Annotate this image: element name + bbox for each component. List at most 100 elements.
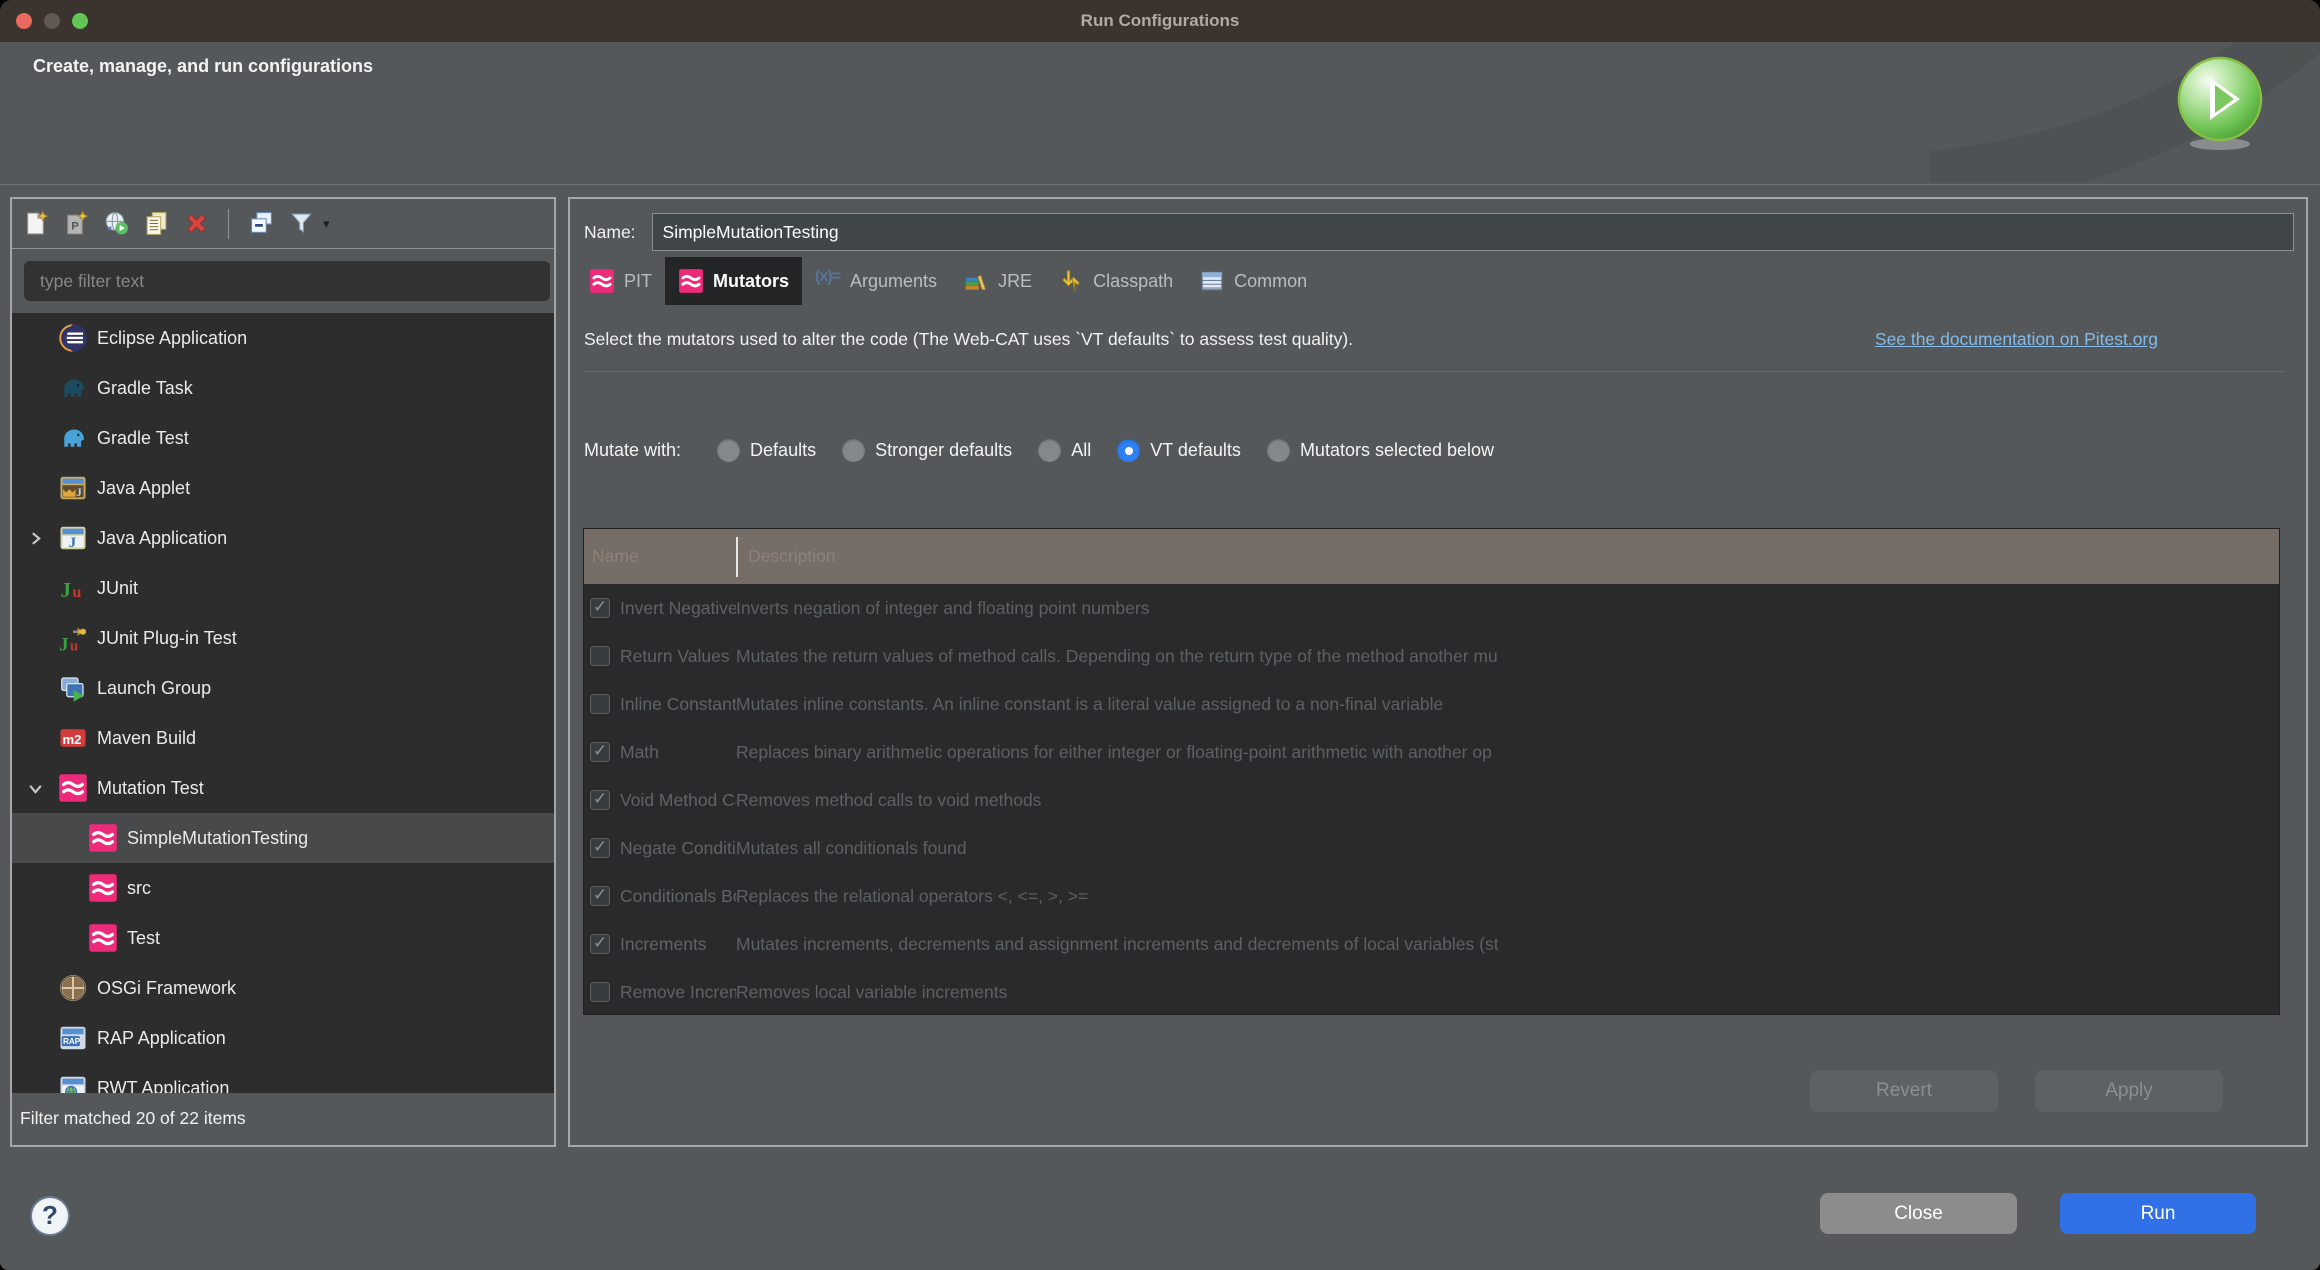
tree-item-junit[interactable]: JuJUnit bbox=[12, 563, 554, 613]
mutators-table-body: Invert NegativesInverts negation of inte… bbox=[584, 584, 2279, 1015]
tree-item-maven-build[interactable]: m2Maven Build bbox=[12, 713, 554, 763]
filter-input[interactable] bbox=[24, 261, 550, 301]
delete-icon[interactable] bbox=[182, 210, 210, 238]
checkbox-math[interactable] bbox=[590, 742, 610, 762]
tree-item-eclipse-application[interactable]: Eclipse Application bbox=[12, 313, 554, 363]
mutators-table: NameDescription Invert NegativesInverts … bbox=[583, 528, 2280, 1015]
tree-item-src[interactable]: src bbox=[12, 863, 554, 913]
table-row-invert-negatives[interactable]: Invert NegativesInverts negation of inte… bbox=[584, 584, 2279, 632]
tab-pit[interactable]: PIT bbox=[576, 257, 665, 305]
tab-classpath[interactable]: Classpath bbox=[1045, 257, 1186, 305]
help-button[interactable]: ? bbox=[30, 1196, 70, 1236]
title-bar: Run Configurations bbox=[0, 0, 2320, 42]
checkbox-conditionals-boundary[interactable] bbox=[590, 886, 610, 906]
tab-bar: PIT Mutators (x)=ArgumentsJREClasspath Comm… bbox=[576, 257, 1320, 305]
mutator-name: Void Method Call bbox=[620, 790, 736, 811]
tab-mutators[interactable]: Mutators bbox=[665, 257, 802, 305]
checkbox-void-method-call[interactable] bbox=[590, 790, 610, 810]
radio-vt-defaults[interactable] bbox=[1117, 439, 1140, 462]
tree-item-rap-application[interactable]: RAPRAP Application bbox=[12, 1013, 554, 1063]
osgi-icon bbox=[58, 973, 88, 1003]
name-input[interactable] bbox=[652, 213, 2294, 251]
jre-icon bbox=[963, 268, 989, 294]
tab-jre[interactable]: JRE bbox=[950, 257, 1045, 305]
tab-common[interactable]: Common bbox=[1186, 257, 1320, 305]
checkbox-return-values[interactable] bbox=[590, 646, 610, 666]
radio-all[interactable] bbox=[1038, 439, 1061, 462]
tree-item-test[interactable]: Test bbox=[12, 913, 554, 963]
export-icon[interactable] bbox=[102, 210, 130, 238]
tree-item-launch-group[interactable]: Launch Group bbox=[12, 663, 554, 713]
common-icon bbox=[1199, 268, 1225, 294]
mutation-icon bbox=[88, 923, 118, 953]
apply-button[interactable]: Apply bbox=[2035, 1070, 2223, 1112]
checkbox-increments[interactable] bbox=[590, 934, 610, 954]
table-row-negate-conditionals[interactable]: Negate ConditionalsMutates all condition… bbox=[584, 824, 2279, 872]
duplicate-icon[interactable] bbox=[142, 210, 170, 238]
radio-option-defaults[interactable]: Defaults bbox=[717, 439, 816, 462]
revert-button[interactable]: Revert bbox=[1810, 1070, 1998, 1112]
column-divider[interactable] bbox=[736, 537, 738, 577]
tab-label: Mutators bbox=[713, 271, 789, 292]
new-config-icon[interactable] bbox=[22, 210, 50, 238]
tab-arguments[interactable]: (x)=Arguments bbox=[802, 257, 950, 305]
chevron-down-icon[interactable] bbox=[12, 780, 58, 797]
table-row-increments[interactable]: IncrementsMutates increments, decrements… bbox=[584, 920, 2279, 968]
table-row-inline-constant[interactable]: Inline ConstantMutates inline constants.… bbox=[584, 680, 2279, 728]
filter-icon[interactable] bbox=[287, 210, 315, 238]
tree-item-osgi-framework[interactable]: OSGi Framework bbox=[12, 963, 554, 1013]
radio-label: Defaults bbox=[750, 440, 816, 461]
table-row-return-values[interactable]: Return ValuesMutates the return values o… bbox=[584, 632, 2279, 680]
tree-item-junit-plug-in-test[interactable]: JuJUnit Plug-in Test bbox=[12, 613, 554, 663]
radio-label: Mutators selected below bbox=[1300, 440, 1494, 461]
column-header-name[interactable]: Name bbox=[584, 546, 736, 567]
radio-mutators-selected-below[interactable] bbox=[1267, 439, 1290, 462]
mutator-name: Negate Conditionals bbox=[620, 838, 736, 859]
tree-item-java-applet[interactable]: JJava Applet bbox=[12, 463, 554, 513]
mutator-description: Replaces binary arithmetic operations fo… bbox=[736, 742, 2279, 763]
mutator-description: Mutates all conditionals found bbox=[736, 838, 2279, 859]
tab-label: Common bbox=[1234, 271, 1307, 292]
tree-item-simplemutationtesting[interactable]: SimpleMutationTesting bbox=[12, 813, 554, 863]
run-button[interactable]: Run bbox=[2060, 1193, 2256, 1234]
column-header-description[interactable]: Description bbox=[736, 546, 836, 567]
pitest-doc-link[interactable]: See the documentation on Pitest.org bbox=[1875, 329, 2158, 350]
tree-item-mutation-test[interactable]: Mutation Test bbox=[12, 763, 554, 813]
table-row-void-method-call[interactable]: Void Method CallRemoves method calls to … bbox=[584, 776, 2279, 824]
run-configurations-dialog: Run Configurations Create, manage, and r… bbox=[0, 0, 2320, 1270]
mutator-name: Increments bbox=[620, 934, 736, 955]
checkbox-inline-constant[interactable] bbox=[590, 694, 610, 714]
collapse-all-icon[interactable] bbox=[247, 210, 275, 238]
close-button[interactable]: Close bbox=[1820, 1193, 2017, 1234]
table-row-remove-increments[interactable]: Remove IncrementsRemoves local variable … bbox=[584, 968, 2279, 1015]
radio-option-mutators-selected-below[interactable]: Mutators selected below bbox=[1267, 439, 1494, 462]
svg-text:J: J bbox=[59, 635, 68, 654]
tree-item-label: Mutation Test bbox=[97, 778, 204, 799]
tree-item-rwt-application[interactable]: RWT Application bbox=[12, 1063, 554, 1093]
sidebar-toolbar: P▾ bbox=[12, 199, 554, 249]
dialog-header: Create, manage, and run configurations bbox=[0, 42, 2320, 185]
tree-item-gradle-test[interactable]: Gradle Test bbox=[12, 413, 554, 463]
checkbox-remove-increments[interactable] bbox=[590, 982, 610, 1002]
chevron-right-icon[interactable] bbox=[12, 530, 58, 547]
mutator-name: Conditionals Boundary bbox=[620, 886, 736, 907]
radio-stronger-defaults[interactable] bbox=[842, 439, 865, 462]
tree-item-label: Gradle Task bbox=[97, 378, 193, 399]
checkbox-invert-negatives[interactable] bbox=[590, 598, 610, 618]
filter-status: Filter matched 20 of 22 items bbox=[12, 1093, 554, 1143]
filter-dropdown-caret-icon[interactable]: ▾ bbox=[323, 216, 330, 232]
radio-option-all[interactable]: All bbox=[1038, 439, 1091, 462]
new-prototype-icon[interactable]: P bbox=[62, 210, 90, 238]
checkbox-negate-conditionals[interactable] bbox=[590, 838, 610, 858]
tree-item-java-application[interactable]: JJava Application bbox=[12, 513, 554, 563]
mutator-name: Invert Negatives bbox=[620, 598, 736, 619]
radio-option-vt-defaults[interactable]: VT defaults bbox=[1117, 439, 1241, 462]
table-row-conditionals-boundary[interactable]: Conditionals BoundaryReplaces the relati… bbox=[584, 872, 2279, 920]
configurations-sidebar: P▾ Eclipse ApplicationGradle TaskGradle … bbox=[10, 197, 556, 1147]
mutator-description: Removes method calls to void methods bbox=[736, 790, 2279, 811]
mutate-with-group: Mutate with: DefaultsStronger defaultsAl… bbox=[584, 439, 1494, 462]
radio-option-stronger-defaults[interactable]: Stronger defaults bbox=[842, 439, 1012, 462]
table-row-math[interactable]: MathReplaces binary arithmetic operation… bbox=[584, 728, 2279, 776]
tree-item-gradle-task[interactable]: Gradle Task bbox=[12, 363, 554, 413]
radio-defaults[interactable] bbox=[717, 439, 740, 462]
